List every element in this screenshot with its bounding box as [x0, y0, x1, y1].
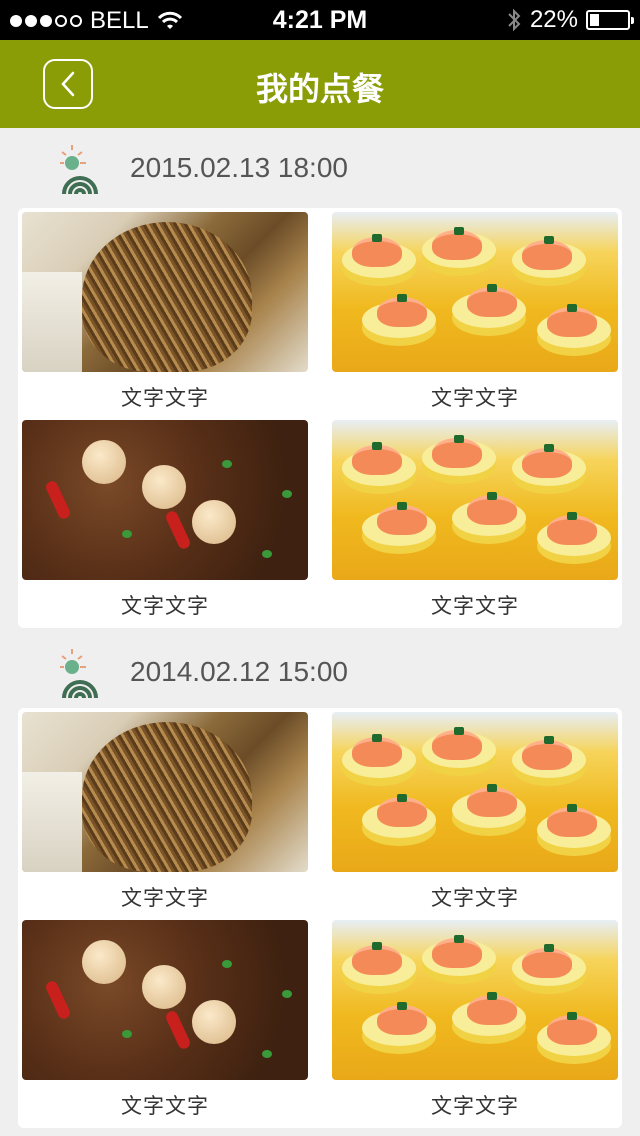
dish-photo-shrimp-egg-tofu: [332, 712, 618, 872]
order-card: 文字文字 文字文字 文字文字 文字文字: [18, 708, 622, 1128]
dish-item[interactable]: 文字文字: [332, 212, 618, 412]
page-title: 我的点餐: [255, 71, 384, 107]
dish-photo-braised-stew: [22, 420, 308, 580]
battery-percent: 22%: [529, 6, 578, 33]
sun-rainbow-icon: [60, 145, 98, 195]
order-section-header: 2015.02.13 18:00: [0, 128, 640, 208]
order-card: 文字文字 文字文字 文字文字 文字文字: [18, 208, 622, 628]
dish-item[interactable]: 文字文字: [22, 920, 308, 1120]
dish-photo-shrimp-egg-tofu: [332, 212, 618, 372]
dish-photo-shrimp-egg-tofu: [332, 920, 618, 1080]
dish-caption: 文字文字: [121, 1095, 209, 1118]
dish-photo-fried-noodles: [22, 712, 308, 872]
order-section-header: 2014.02.12 15:00: [0, 632, 640, 712]
dish-item[interactable]: 文字文字: [22, 420, 308, 620]
dish-caption: 文字文字: [431, 887, 519, 910]
dish-caption: 文字文字: [431, 595, 519, 618]
dish-item[interactable]: 文字文字: [22, 712, 308, 912]
dish-photo-shrimp-egg-tofu: [332, 420, 618, 580]
bluetooth-icon: [508, 8, 521, 32]
order-date: 2014.02.12 15:00: [130, 656, 348, 687]
dish-item[interactable]: 文字文字: [332, 420, 618, 620]
dish-caption: 文字文字: [431, 1095, 519, 1118]
dish-item[interactable]: 文字文字: [22, 212, 308, 412]
dish-caption: 文字文字: [121, 595, 209, 618]
dish-item[interactable]: 文字文字: [332, 712, 618, 912]
dish-photo-fried-noodles: [22, 212, 308, 372]
dish-caption: 文字文字: [121, 387, 209, 410]
dish-caption: 文字文字: [121, 887, 209, 910]
dish-photo-braised-stew: [22, 920, 308, 1080]
dish-caption: 文字文字: [431, 387, 519, 410]
sun-rainbow-icon: [60, 649, 98, 699]
order-date: 2015.02.13 18:00: [130, 152, 348, 183]
dish-item[interactable]: 文字文字: [332, 920, 618, 1120]
navigation-bar: 我的点餐: [0, 40, 640, 128]
status-bar: BELL 4:21 PM 22%: [0, 0, 640, 40]
battery-icon: [586, 10, 634, 30]
